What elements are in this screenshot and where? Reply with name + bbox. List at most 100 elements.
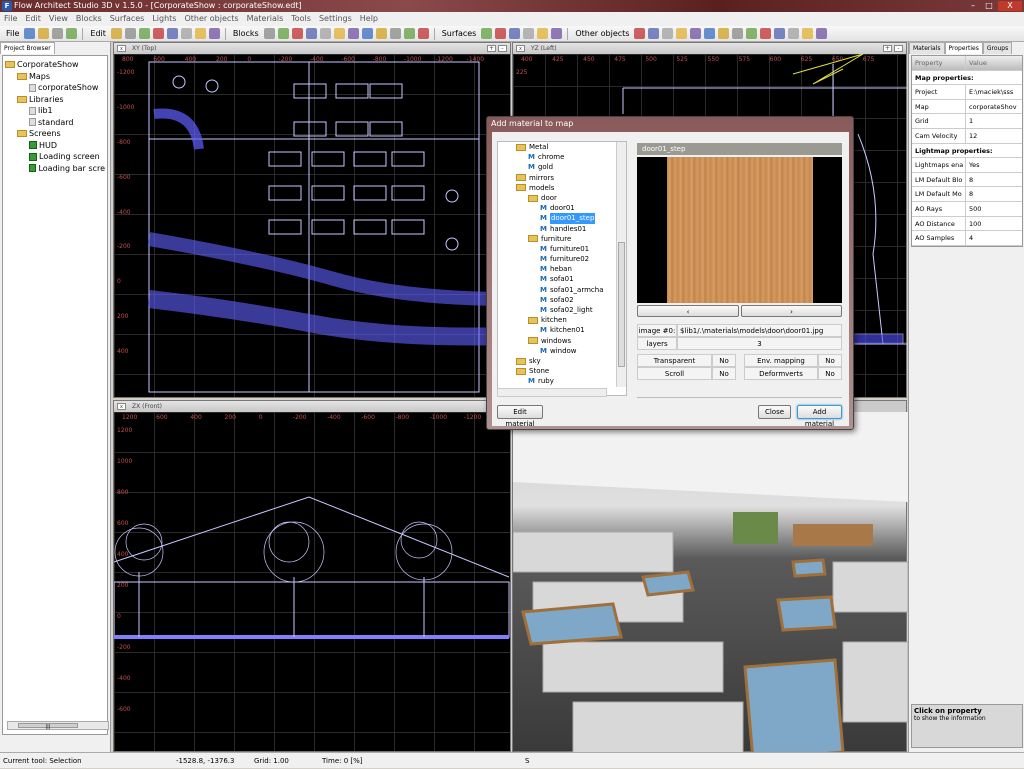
material-tree-item[interactable]: kitchen	[516, 315, 626, 325]
property-row[interactable]: AO Rays 500	[912, 201, 1022, 217]
next-image-button[interactable]: ›	[741, 305, 842, 317]
viewport-xy-top[interactable]: x XY (Top) + - 800 600 400 200 0 -200 -400 -600 -80…	[113, 42, 512, 398]
property-row[interactable]: LM Default Mo 8	[912, 187, 1022, 202]
toolbar-tool-icon[interactable]	[746, 28, 758, 39]
material-tree-item[interactable]: furniture	[516, 234, 626, 244]
property-row[interactable]: Cam Velocity 12	[912, 128, 1022, 144]
material-tree-item[interactable]: Mchrome	[516, 152, 626, 162]
toolbar-tool-icon[interactable]	[138, 28, 150, 39]
toolbar-tool-icon[interactable]	[481, 28, 493, 39]
property-value[interactable]: 1	[966, 114, 973, 128]
menu-edit[interactable]: Edit	[25, 12, 41, 26]
toolbar-tool-icon[interactable]	[291, 28, 303, 39]
tree-item[interactable]: lib1	[5, 105, 105, 117]
toolbar-tool-icon[interactable]	[732, 28, 744, 39]
toolbar-tool-icon[interactable]	[802, 28, 814, 39]
scrollbar-thumb[interactable]	[618, 242, 625, 367]
material-tree-item[interactable]: Mdoor01	[516, 203, 626, 213]
property-row[interactable]: Project E:\maciek\sss	[912, 85, 1022, 100]
property-value[interactable]: corporateShov	[966, 100, 1017, 114]
material-tree-item[interactable]: Mwindow	[516, 346, 626, 356]
property-row[interactable]: Grid 1	[912, 114, 1022, 129]
edit-material-button[interactable]: Edit material	[497, 405, 543, 428]
tree-item[interactable]: Loading bar scre	[5, 163, 105, 175]
minimize-button[interactable]: –	[966, 1, 980, 11]
toolbar-tool-icon[interactable]	[194, 28, 206, 39]
toolbar-tool-icon[interactable]	[788, 28, 800, 39]
material-tree-item[interactable]: door	[516, 193, 626, 203]
toolbar-tool-icon[interactable]	[361, 28, 373, 39]
add-material-button[interactable]: Add material	[797, 405, 842, 428]
tree-item[interactable]: standard	[5, 117, 105, 129]
toolbar-tool-icon[interactable]	[760, 28, 772, 39]
toolbar-tool-icon[interactable]	[180, 28, 192, 39]
toolbar-tool-icon[interactable]	[816, 28, 828, 39]
material-tree-item[interactable]: Mheban	[516, 264, 626, 274]
toolbar-tool-icon[interactable]	[417, 28, 429, 39]
tree-item[interactable]: corporateShow	[5, 82, 105, 94]
zoom-in-button[interactable]: +	[883, 45, 892, 52]
menu-surfaces[interactable]: Surfaces	[110, 12, 145, 26]
toolbar-tool-icon[interactable]	[375, 28, 387, 39]
viewport-zx-front[interactable]: xZX (Front)+- 12006004002000-200-400-600…	[113, 400, 511, 752]
toolbar-tool-icon[interactable]	[774, 28, 786, 39]
toolbar-tool-icon[interactable]	[319, 28, 331, 39]
property-row[interactable]: AO Samples 4	[912, 231, 1022, 246]
toolbar-tool-icon[interactable]	[277, 28, 289, 39]
toolbar-tool-icon[interactable]	[305, 28, 317, 39]
menu-materials[interactable]: Materials	[247, 12, 284, 26]
tree-item[interactable]: Libraries	[5, 94, 105, 106]
tree-item[interactable]: HUD	[5, 140, 105, 152]
viewport-perspective[interactable]	[512, 400, 908, 764]
material-tree-item[interactable]: Msofa01_armcha	[516, 285, 626, 295]
toolbar-tool-icon[interactable]	[24, 28, 36, 39]
toolbar-tool-icon[interactable]	[347, 28, 359, 39]
maximize-button[interactable]: □	[982, 1, 996, 11]
property-value[interactable]: 12	[966, 129, 977, 143]
material-tree-item[interactable]: Mkitchen01	[516, 325, 626, 335]
menu-help[interactable]: Help	[360, 12, 378, 26]
toolbar-tool-icon[interactable]	[662, 28, 674, 39]
property-value[interactable]: 500	[966, 202, 981, 216]
tree-item[interactable]: Maps	[5, 71, 105, 83]
toolbar-tool-icon[interactable]	[634, 28, 646, 39]
toolbar-tool-icon[interactable]	[718, 28, 730, 39]
toolbar-tool-icon[interactable]	[648, 28, 660, 39]
close-viewport-button[interactable]: x	[516, 45, 525, 52]
property-value[interactable]: E:\maciek\sss	[966, 85, 1013, 99]
zoom-in-button[interactable]: +	[487, 45, 496, 52]
toolbar-tool-icon[interactable]	[110, 28, 122, 39]
tab-project-browser[interactable]: Project Browser	[0, 42, 55, 54]
toolbar-tool-icon[interactable]	[389, 28, 401, 39]
toolbar-tool-icon[interactable]	[509, 28, 521, 39]
toolbar-tool-icon[interactable]	[551, 28, 563, 39]
material-tree-item[interactable]: mirrors	[516, 173, 626, 183]
property-value[interactable]: 8	[966, 173, 973, 187]
property-value[interactable]: Yes	[966, 158, 980, 172]
toolbar-tool-icon[interactable]	[690, 28, 702, 39]
material-tree-item[interactable]: Mfurniture01	[516, 244, 626, 254]
property-value[interactable]: 8	[966, 187, 973, 201]
scrollbar-thumb[interactable]: |||	[18, 723, 78, 730]
toolbar-tool-icon[interactable]	[704, 28, 716, 39]
property-row[interactable]: Map corporateShov	[912, 99, 1022, 115]
close-viewport-button[interactable]: x	[117, 403, 126, 410]
toolbar-tool-icon[interactable]	[66, 28, 78, 39]
menu-blocks[interactable]: Blocks	[76, 12, 102, 26]
menu-view[interactable]: View	[49, 12, 68, 26]
toolbar-tool-icon[interactable]	[52, 28, 64, 39]
tree-item[interactable]: Loading screen	[5, 151, 105, 163]
menu-tools[interactable]: Tools	[291, 12, 311, 26]
close-viewport-button[interactable]: x	[117, 45, 126, 52]
material-tree-item[interactable]: sky	[516, 356, 626, 366]
material-tree-item[interactable]: Msofa01	[516, 274, 626, 284]
menu-settings[interactable]: Settings	[319, 12, 352, 26]
menu-lights[interactable]: Lights	[152, 12, 176, 26]
toolbar-tool-icon[interactable]	[152, 28, 164, 39]
toolbar-tool-icon[interactable]	[676, 28, 688, 39]
toolbar-tool-icon[interactable]	[495, 28, 507, 39]
tree-item[interactable]: CorporateShow	[5, 59, 105, 71]
material-tree-item[interactable]: models	[516, 183, 626, 193]
property-row[interactable]: Lightmaps ena Yes	[912, 158, 1022, 173]
previous-image-button[interactable]: ‹	[637, 305, 739, 317]
